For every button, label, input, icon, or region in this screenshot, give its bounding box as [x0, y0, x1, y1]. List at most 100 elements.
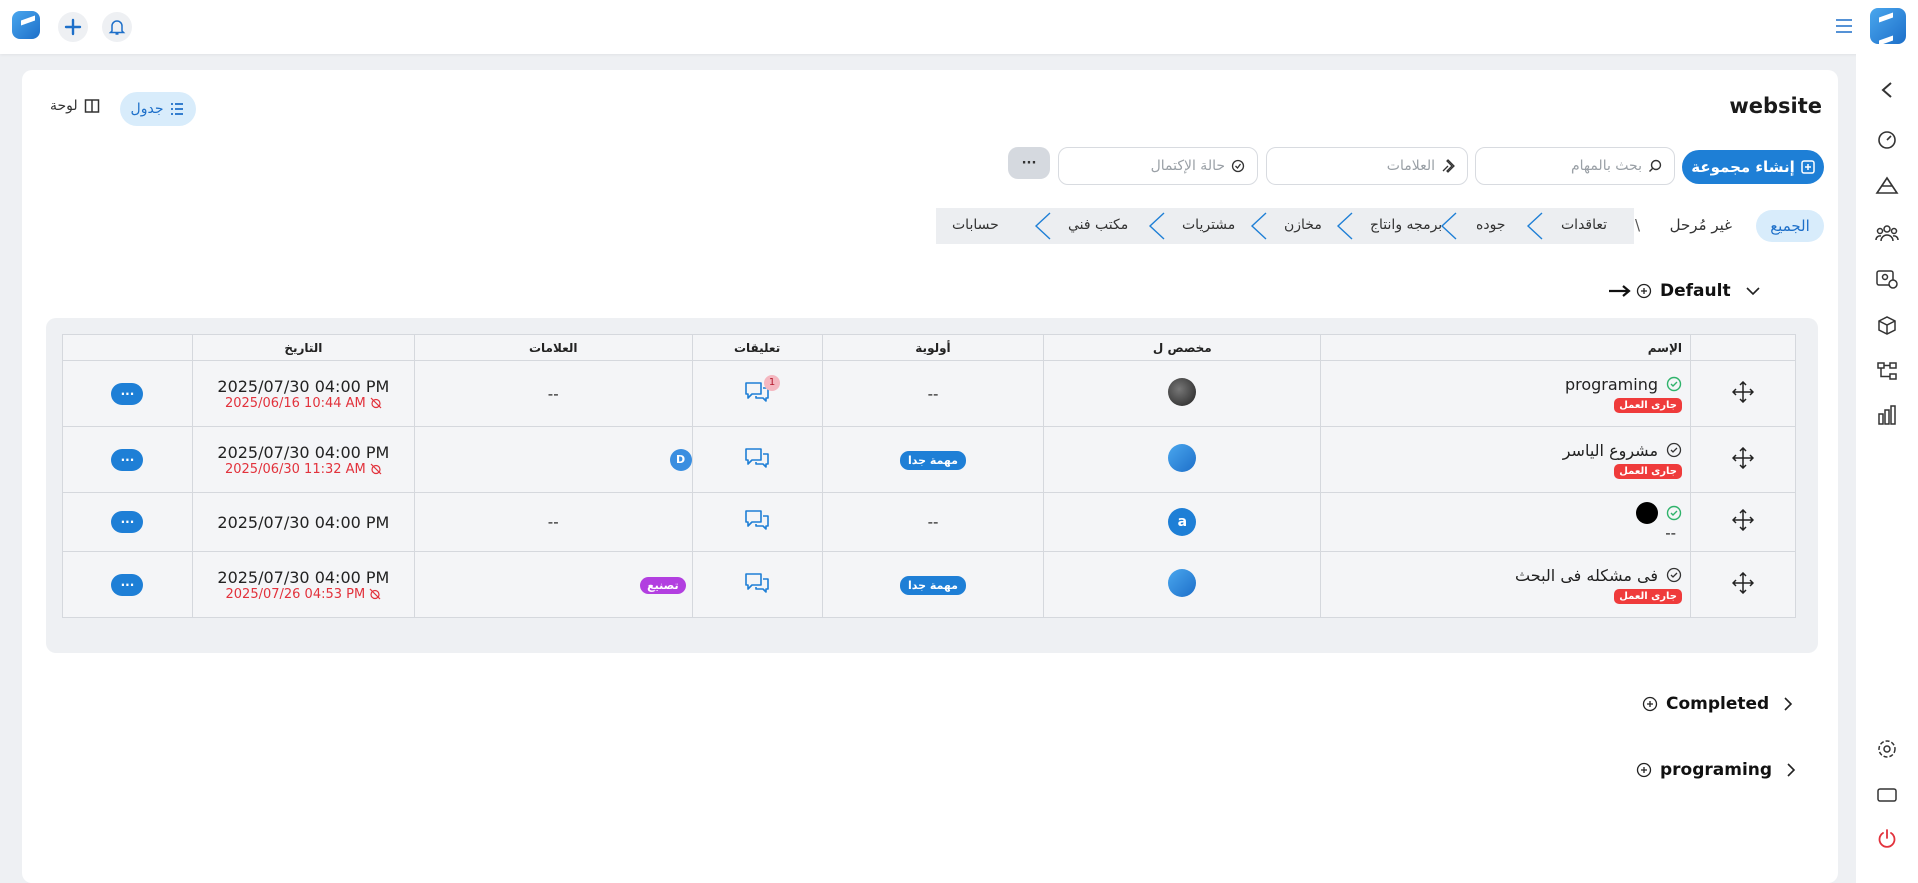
- chevron-divider-icon: [1034, 212, 1051, 240]
- sidebar-item-teams[interactable]: [1874, 220, 1900, 246]
- sidebar-item-display[interactable]: [1874, 782, 1900, 808]
- tab-stage-contracts[interactable]: تعاقدات: [1561, 217, 1607, 233]
- stage-tabs: الجميع غير مُرحل \ تعاقدات جوده برمجه وا…: [936, 208, 1824, 244]
- tags-cell[interactable]: --: [413, 492, 693, 552]
- sidebar-item-reports[interactable]: [1874, 402, 1900, 428]
- avatar[interactable]: a: [1168, 508, 1197, 536]
- task-name[interactable]: programing: [1565, 375, 1658, 394]
- task-name[interactable]: مشروع الياسر: [1563, 441, 1658, 460]
- flow-icon: [1877, 362, 1897, 380]
- group-header-default[interactable]: Default: [1608, 281, 1761, 301]
- row-actions-button[interactable]: ···: [111, 448, 144, 471]
- move-icon[interactable]: [1731, 446, 1755, 469]
- tab-stage-quality[interactable]: جوده: [1476, 217, 1505, 233]
- view-board-button[interactable]: لوحة: [50, 98, 100, 114]
- view-table-button[interactable]: جدول: [120, 92, 196, 126]
- plus-icon: [64, 18, 82, 36]
- sidebar-item-dashboard[interactable]: [1874, 126, 1900, 152]
- gear-icon: [1878, 740, 1896, 758]
- tag-chip[interactable]: D: [669, 448, 692, 471]
- tab-unstaged[interactable]: غير مُرحل: [1670, 216, 1732, 234]
- tab-stage-technical-office[interactable]: مكتب فني: [1068, 217, 1128, 233]
- check-circle-icon[interactable]: [1666, 505, 1682, 521]
- table-row[interactable]: ··· 2025/07/30 04:00 PM 2025/06/30 11:32…: [62, 426, 1796, 493]
- add-circle-icon[interactable]: [1636, 762, 1652, 778]
- tab-stage-warehouses[interactable]: مخازن: [1284, 217, 1322, 233]
- avatar[interactable]: [1168, 568, 1197, 597]
- more-filters-button[interactable]: ···: [1008, 147, 1050, 179]
- task-name[interactable]: --: [1321, 524, 1676, 542]
- priority-cell[interactable]: --: [821, 492, 1045, 552]
- table-row[interactable]: ··· 2025/07/30 04:00 PM 2025/07/26 04:53…: [62, 551, 1796, 618]
- sidebar-item-inventory[interactable]: [1874, 312, 1900, 338]
- comments-button[interactable]: [744, 509, 770, 535]
- priority-badge[interactable]: مهمة جدا: [899, 575, 966, 595]
- mountain-icon: [1875, 176, 1899, 194]
- col-header-priority: أولوية: [821, 334, 1045, 361]
- bell-icon: [108, 20, 126, 35]
- tab-all[interactable]: الجميع: [1756, 210, 1824, 242]
- board-icon: [84, 99, 99, 113]
- row-actions-button[interactable]: ···: [111, 382, 144, 405]
- view-board-label: لوحة: [50, 98, 78, 114]
- avatar[interactable]: [1168, 443, 1197, 472]
- move-icon[interactable]: [1731, 571, 1755, 594]
- team-icon: [1875, 225, 1899, 242]
- check-circle-icon[interactable]: [1666, 567, 1682, 583]
- tags-cell[interactable]: --: [413, 360, 693, 427]
- add-circle-icon[interactable]: [1636, 283, 1652, 299]
- collapse-sidebar-button[interactable]: [1874, 77, 1900, 103]
- comments-button[interactable]: [744, 447, 770, 473]
- row-actions-button[interactable]: ···: [111, 511, 144, 533]
- bar-chart-icon: [1878, 405, 1896, 425]
- add-button[interactable]: [58, 12, 88, 42]
- sidebar-item-projects[interactable]: [1874, 172, 1900, 198]
- tag-chip[interactable]: تصنيع: [640, 577, 686, 594]
- arrow-icon: [1609, 285, 1631, 297]
- tab-stage-purchasing[interactable]: مشتريات: [1182, 217, 1235, 233]
- group-header-completed[interactable]: Completed: [1642, 694, 1793, 714]
- group-header-programing[interactable]: programing: [1636, 760, 1796, 780]
- logout-button[interactable]: [1874, 826, 1900, 852]
- move-icon[interactable]: [1731, 508, 1755, 532]
- comments-button[interactable]: 1: [744, 374, 781, 407]
- tab-stage-programming[interactable]: برمجه وانتاج: [1370, 217, 1442, 233]
- chevron-divider-icon: [1250, 212, 1267, 240]
- created-date: 2025/06/30 11:32 AM: [193, 462, 414, 477]
- created-date: 2025/06/16 10:44 AM: [193, 396, 414, 411]
- table-row[interactable]: ··· 2025/07/30 04:00 PM 2025/06/16 10:44…: [62, 360, 1796, 427]
- brand-logo-icon[interactable]: [1870, 8, 1906, 44]
- due-date: 2025/07/30 04:00 PM: [217, 512, 390, 532]
- priority-cell[interactable]: --: [821, 360, 1045, 427]
- col-header-tags: العلامات: [413, 334, 693, 361]
- sidebar-item-settings[interactable]: [1874, 736, 1900, 762]
- task-color-dot: [1636, 502, 1659, 524]
- chevron-divider-icon: [1526, 212, 1543, 240]
- tags-filter[interactable]: العلامات: [1266, 147, 1468, 185]
- sidebar: [1856, 54, 1918, 883]
- priority-badge[interactable]: مهمة جدا: [899, 450, 966, 470]
- dashboard-icon: [1878, 131, 1896, 149]
- check-circle-icon[interactable]: [1666, 376, 1682, 392]
- create-group-button[interactable]: إنشاء مجموعة: [1682, 150, 1824, 184]
- sidebar-item-workflow[interactable]: [1874, 358, 1900, 384]
- status-filter[interactable]: حالة الإكتمال: [1058, 147, 1258, 185]
- search-placeholder: بحث بالمهام: [1570, 158, 1642, 174]
- sidebar-item-users[interactable]: [1874, 266, 1900, 292]
- tab-stage-accounts[interactable]: حسابات: [952, 217, 999, 233]
- list-icon: [171, 103, 184, 115]
- comments-button[interactable]: [744, 572, 770, 598]
- add-circle-icon[interactable]: [1642, 696, 1658, 712]
- menu-button[interactable]: [1834, 16, 1854, 36]
- logo-icon[interactable]: [12, 11, 40, 39]
- avatar[interactable]: [1168, 377, 1197, 406]
- table-row[interactable]: ··· 2025/07/30 04:00 PM -- -- a --: [62, 492, 1796, 552]
- check-circle-icon[interactable]: [1666, 442, 1682, 458]
- task-name[interactable]: فى مشكله فى البحث: [1515, 566, 1658, 585]
- comment-icon: [745, 447, 769, 468]
- search-input[interactable]: بحث بالمهام: [1475, 147, 1675, 185]
- row-actions-button[interactable]: ···: [111, 573, 144, 596]
- move-icon[interactable]: [1731, 380, 1755, 403]
- notifications-button[interactable]: [102, 12, 132, 42]
- search-icon: [1649, 159, 1662, 172]
